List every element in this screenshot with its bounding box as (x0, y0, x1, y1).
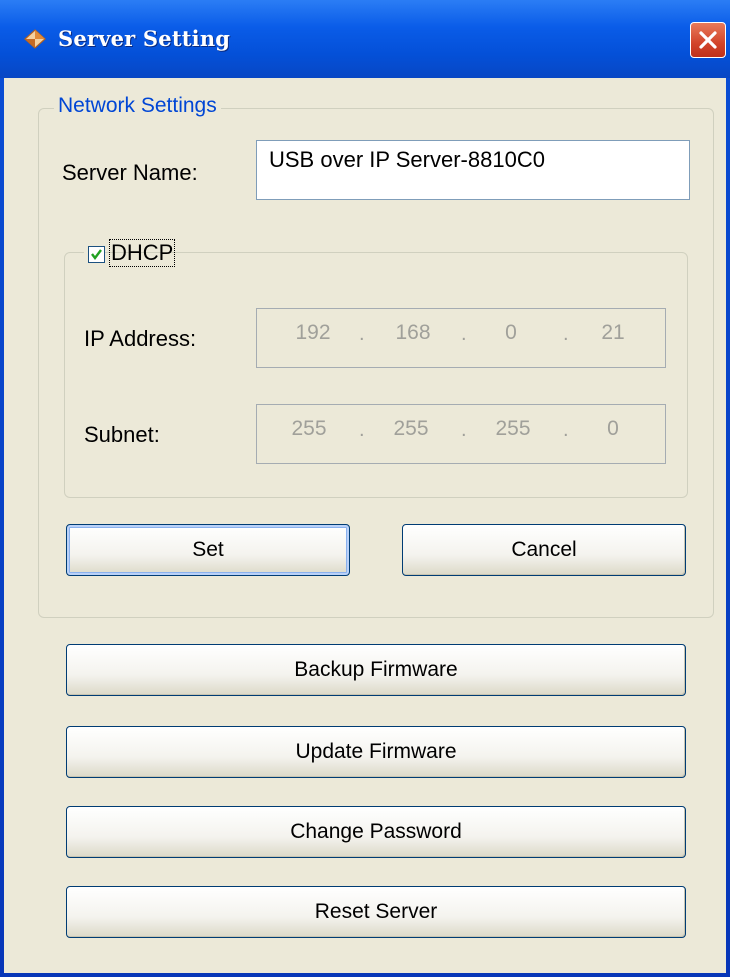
close-icon (699, 31, 717, 49)
subnet-octet-4[interactable]: 0 (583, 417, 643, 441)
close-button[interactable] (690, 22, 726, 58)
app-icon (24, 29, 46, 49)
dhcp-label: DHCP (108, 239, 176, 267)
update-firmware-label: Update Firmware (295, 740, 457, 763)
change-password-button[interactable]: Change Password (66, 806, 686, 858)
checkmark-icon (91, 249, 102, 260)
set-button-label: Set (192, 538, 224, 561)
server-setting-window: Server Setting Network Settings Server N… (0, 0, 730, 977)
change-password-label: Change Password (290, 820, 462, 843)
title-bar[interactable]: Server Setting (0, 0, 730, 78)
reset-server-button[interactable]: Reset Server (66, 886, 686, 938)
network-settings-legend: Network Settings (54, 94, 221, 118)
reset-server-label: Reset Server (314, 900, 438, 923)
backup-firmware-button[interactable]: Backup Firmware (66, 644, 686, 696)
subnet-dot-2: . (461, 419, 467, 441)
backup-firmware-label: Backup Firmware (294, 658, 458, 681)
cancel-button[interactable]: Cancel (402, 524, 686, 576)
ip-dot-1: . (359, 323, 365, 345)
window-title: Server Setting (58, 26, 231, 51)
ip-address-field[interactable]: 192 . 168 . 0 . 21 (256, 308, 666, 368)
subnet-dot-1: . (359, 419, 365, 441)
ip-dot-3: . (563, 323, 569, 345)
ip-octet-2[interactable]: 168 (383, 321, 443, 345)
ip-dot-2: . (461, 323, 467, 345)
subnet-octet-3[interactable]: 255 (483, 417, 543, 441)
subnet-dot-3: . (563, 419, 569, 441)
subnet-octet-1[interactable]: 255 (279, 417, 339, 441)
dhcp-checkbox-row[interactable]: DHCP (84, 238, 176, 268)
ip-address-label: IP Address: (84, 326, 197, 351)
ip-octet-4[interactable]: 21 (583, 321, 643, 345)
set-button[interactable]: Set (66, 524, 350, 576)
cancel-button-label: Cancel (511, 538, 577, 561)
ip-octet-1[interactable]: 192 (283, 321, 343, 345)
subnet-octet-2[interactable]: 255 (381, 417, 441, 441)
subnet-field[interactable]: 255 . 255 . 255 . 0 (256, 404, 666, 464)
server-name-input[interactable]: USB over IP Server-8810C0 (256, 140, 690, 200)
server-name-label: Server Name: (62, 160, 198, 185)
subnet-label: Subnet: (84, 422, 160, 447)
dhcp-checkbox[interactable] (88, 246, 105, 263)
update-firmware-button[interactable]: Update Firmware (66, 726, 686, 778)
window-client-area: Network Settings Server Name: USB over I… (4, 78, 726, 973)
ip-octet-3[interactable]: 0 (481, 321, 541, 345)
